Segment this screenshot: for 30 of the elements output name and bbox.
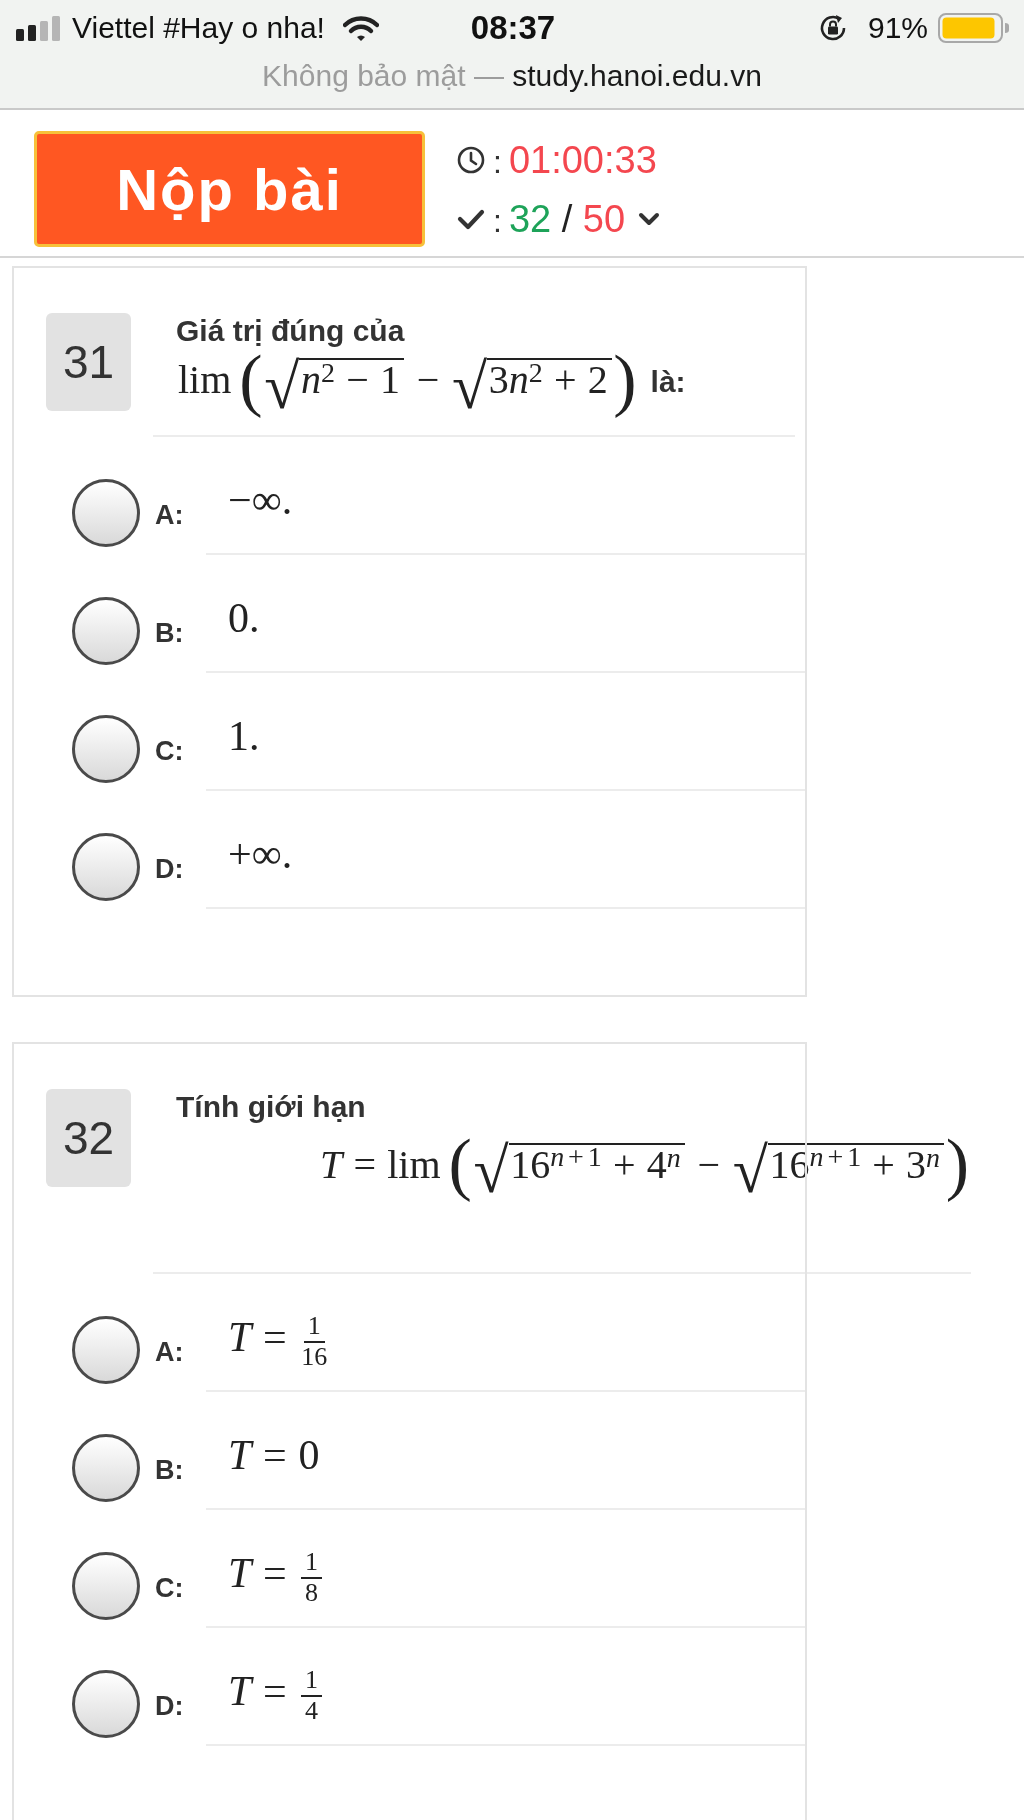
progress-count: : 32 / 50: [493, 197, 626, 241]
option-value: 0.: [227, 594, 261, 643]
battery-icon: [938, 13, 1010, 43]
option-label: D:: [155, 853, 185, 885]
option-value: +∞.: [227, 830, 294, 879]
option-label: C:: [155, 735, 185, 767]
option-label: C:: [155, 1572, 185, 1605]
option-value: T = 0: [227, 1431, 321, 1481]
option-label: A:: [155, 499, 185, 531]
option-label: B:: [155, 1454, 185, 1487]
wifi-icon: [342, 14, 379, 42]
timer-text: : 01:00:33: [493, 138, 657, 182]
chevron-down-icon[interactable]: [638, 212, 661, 226]
option-value: 1.: [227, 712, 261, 761]
question-number: 32: [46, 1089, 131, 1187]
question-number: 31: [46, 313, 131, 411]
option-value: −∞.: [227, 476, 294, 525]
question-text: là:: [650, 365, 686, 399]
option-label: D:: [155, 1690, 185, 1723]
check-icon: [457, 208, 485, 230]
question-prompt: Giá trị đúng của: [176, 313, 406, 349]
option-label: B:: [155, 617, 185, 649]
question-prompt: Tính giới hạn: [176, 1089, 367, 1125]
carrier-name: Viettel #Hay o nha!: [72, 11, 325, 45]
battery-percent: 91%: [867, 11, 928, 45]
address-bar-text[interactable]: Không bảo mật — study.hanoi.edu.vn: [262, 59, 762, 93]
clock-icon: [457, 146, 485, 174]
option-label: A:: [155, 1336, 185, 1369]
status-time: 08:37: [470, 9, 556, 47]
signal-bars-icon: [16, 15, 62, 41]
